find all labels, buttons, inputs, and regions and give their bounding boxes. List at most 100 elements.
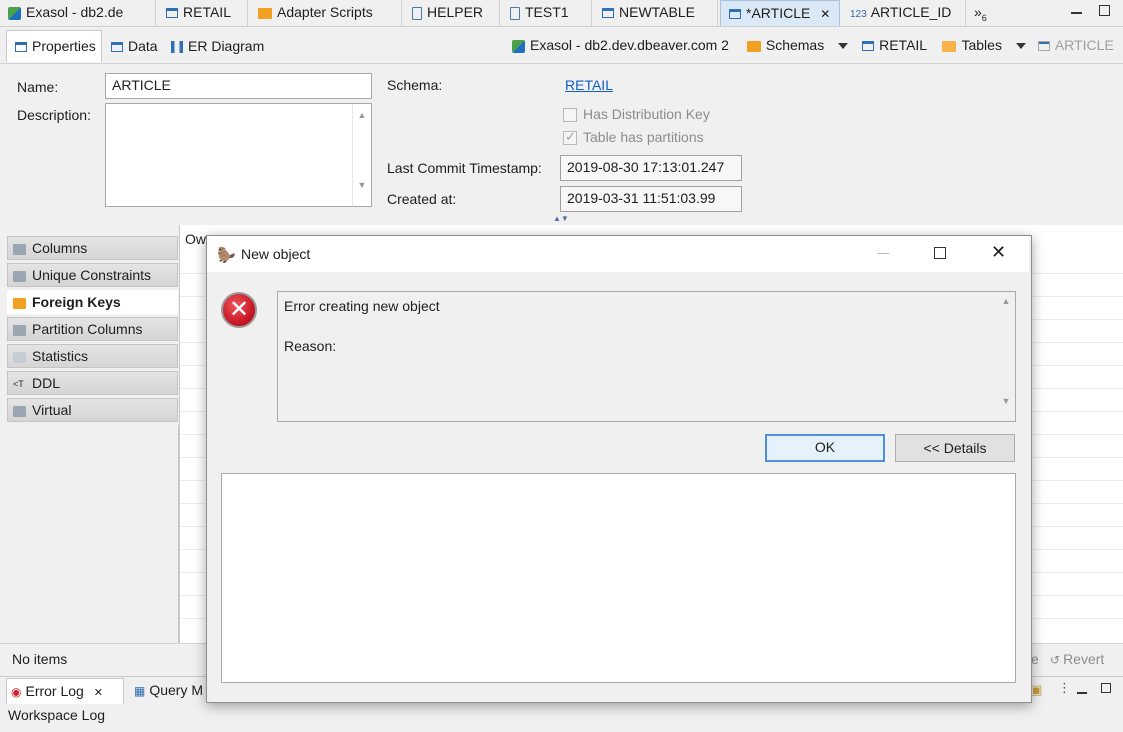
schema-label: Schema: bbox=[387, 77, 443, 93]
close-icon[interactable]: ✕ bbox=[94, 687, 103, 699]
chevron-down-icon[interactable] bbox=[838, 43, 849, 50]
script-icon bbox=[412, 6, 422, 20]
side-tab-ddl[interactable]: <T DDL bbox=[7, 371, 178, 395]
editor-tab-helper[interactable]: HELPER bbox=[404, 0, 500, 26]
details-button[interactable]: << Details bbox=[895, 434, 1015, 462]
chevron-up-icon: ▲ bbox=[357, 110, 367, 120]
has-distribution-key-checkbox[interactable]: Has Distribution Key bbox=[563, 106, 710, 123]
breadcrumb-tables[interactable]: Tables bbox=[942, 37, 1002, 53]
dialog-title: New object bbox=[241, 246, 311, 262]
error-log-icon: ◉ bbox=[11, 685, 22, 699]
error-message-scrollbar[interactable]: ▲ ▼ bbox=[997, 292, 1015, 421]
unique-constraints-icon bbox=[13, 270, 26, 282]
table-icon bbox=[729, 9, 741, 20]
properties-icon bbox=[15, 42, 27, 53]
editor-tab-test1[interactable]: TEST1 bbox=[502, 0, 592, 26]
revert-button[interactable]: ↺ Revert bbox=[1050, 651, 1104, 667]
grid-header-owner: Ow bbox=[185, 231, 206, 247]
tab-overflow-button[interactable]: »6 bbox=[974, 4, 987, 23]
name-input[interactable]: ARTICLE bbox=[105, 73, 372, 99]
collapse-toggle-icon[interactable]: ▲▼ bbox=[553, 214, 569, 223]
editor-tab-adapter-scripts[interactable]: Adapter Scripts bbox=[250, 0, 402, 26]
schema-icon bbox=[166, 8, 178, 19]
exasol-db-icon bbox=[8, 6, 21, 20]
side-tab-foreign-keys[interactable]: Foreign Keys bbox=[7, 290, 178, 314]
workspace-log-label: Workspace Log bbox=[8, 707, 106, 723]
exasol-db-icon bbox=[512, 39, 525, 53]
columns-icon bbox=[13, 243, 26, 255]
schema-icon bbox=[862, 41, 875, 52]
side-tab-columns[interactable]: Columns bbox=[7, 236, 178, 260]
folder-icon bbox=[258, 7, 272, 19]
maximize-icon[interactable] bbox=[934, 247, 946, 259]
breadcrumb-schemas[interactable]: Schemas bbox=[746, 37, 824, 53]
table-icon bbox=[1037, 41, 1050, 52]
partition-columns-icon bbox=[13, 324, 26, 336]
minimize-icon bbox=[877, 253, 889, 254]
maximize-icon[interactable] bbox=[1099, 5, 1110, 16]
schema-link[interactable]: RETAIL bbox=[565, 77, 613, 93]
save-button[interactable]: e bbox=[1031, 651, 1039, 667]
tab-properties[interactable]: Properties bbox=[6, 30, 102, 62]
foreign-keys-icon bbox=[13, 297, 26, 309]
editor-tab-strip: Exasol - db2.de RETAIL Adapter Scripts H… bbox=[0, 0, 1123, 27]
bottom-tab-query-manager[interactable]: ▦ Query M bbox=[134, 682, 203, 698]
editor-tab-exasol-db2[interactable]: Exasol - db2.de bbox=[0, 0, 156, 26]
editor-tab-article-id[interactable]: 123 ARTICLE_ID bbox=[842, 0, 966, 26]
close-icon[interactable]: ✕ bbox=[991, 242, 1006, 263]
minimize-icon[interactable] bbox=[1071, 12, 1082, 14]
no-items-label: No items bbox=[12, 651, 68, 667]
er-diagram-icon bbox=[171, 41, 183, 54]
folder-icon bbox=[746, 40, 761, 52]
ddl-icon: <T bbox=[13, 378, 24, 389]
virtual-icon bbox=[13, 405, 26, 417]
error-message-box[interactable]: Error creating new object Reason: ▲ ▼ bbox=[277, 291, 1016, 422]
minimize-icon[interactable] bbox=[1077, 692, 1087, 694]
script-icon bbox=[510, 6, 520, 20]
error-message-line1: Error creating new object bbox=[284, 298, 440, 314]
dbeaver-app-icon: 🦫 bbox=[217, 247, 236, 264]
close-icon[interactable]: ✕ bbox=[820, 7, 830, 21]
created-field[interactable]: 2019-03-31 11:51:03.99 bbox=[560, 186, 742, 212]
checkbox-box bbox=[563, 108, 577, 123]
side-tab-unique-constraints[interactable]: Unique Constraints bbox=[7, 263, 178, 287]
tab-data[interactable]: Data bbox=[102, 30, 162, 62]
description-scrollbar[interactable]: ▲ ▼ bbox=[352, 104, 371, 206]
bottom-tab-error-log[interactable]: ◉ Error Log ✕ bbox=[6, 678, 124, 704]
tab-er-diagram[interactable]: ER Diagram bbox=[162, 30, 268, 62]
side-tab-partition-columns[interactable]: Partition Columns bbox=[7, 317, 178, 341]
dialog-title-bar[interactable]: 🦫 New object ✕ bbox=[207, 236, 1029, 272]
view-menu-icon[interactable]: ⋮ bbox=[1058, 680, 1071, 696]
editor-tab-retail[interactable]: RETAIL bbox=[158, 0, 248, 26]
ok-button[interactable]: OK bbox=[765, 434, 885, 462]
breadcrumb-connection[interactable]: Exasol - db2.dev.dbeaver.com 2 bbox=[512, 37, 729, 53]
last-commit-field[interactable]: 2019-08-30 17:13:01.247 bbox=[560, 155, 742, 181]
last-commit-label: Last Commit Timestamp: bbox=[387, 160, 542, 176]
revert-icon: ↺ bbox=[1050, 653, 1061, 667]
folder-icon bbox=[942, 40, 957, 52]
checkbox-checked-box bbox=[563, 129, 577, 146]
breadcrumb: Exasol - db2.dev.dbeaver.com 2 Schemas R… bbox=[512, 37, 1114, 53]
new-object-dialog: 🦫 New object ✕ ✕ Error creating new obje… bbox=[206, 235, 1032, 703]
sequence-icon: 123 bbox=[850, 9, 867, 20]
breadcrumb-schema[interactable]: RETAIL bbox=[862, 37, 927, 53]
editor-tab-article[interactable]: *ARTICLE ✕ bbox=[720, 0, 840, 26]
editor-tab-newtable[interactable]: NEWTABLE bbox=[594, 0, 718, 26]
chevron-double-right-icon: » bbox=[974, 4, 982, 20]
query-manager-icon: ▦ bbox=[134, 684, 146, 698]
breadcrumb-table[interactable]: ARTICLE bbox=[1037, 37, 1114, 53]
statistics-icon bbox=[13, 351, 26, 363]
chevron-up-icon: ▲ bbox=[1001, 296, 1011, 306]
error-details-area[interactable] bbox=[221, 473, 1016, 683]
error-icon: ✕ bbox=[221, 292, 257, 328]
description-textarea[interactable]: ▲ ▼ bbox=[105, 103, 372, 207]
description-label: Description: bbox=[17, 107, 91, 123]
chevron-down-icon: ▼ bbox=[1001, 396, 1011, 406]
maximize-icon[interactable] bbox=[1101, 683, 1111, 693]
table-has-partitions-checkbox[interactable]: Table has partitions bbox=[563, 129, 704, 146]
chevron-down-icon[interactable] bbox=[1015, 43, 1026, 50]
name-label: Name: bbox=[17, 79, 59, 95]
created-label: Created at: bbox=[387, 191, 457, 207]
side-tab-virtual[interactable]: Virtual bbox=[7, 398, 178, 422]
side-tab-statistics[interactable]: Statistics bbox=[7, 344, 178, 368]
